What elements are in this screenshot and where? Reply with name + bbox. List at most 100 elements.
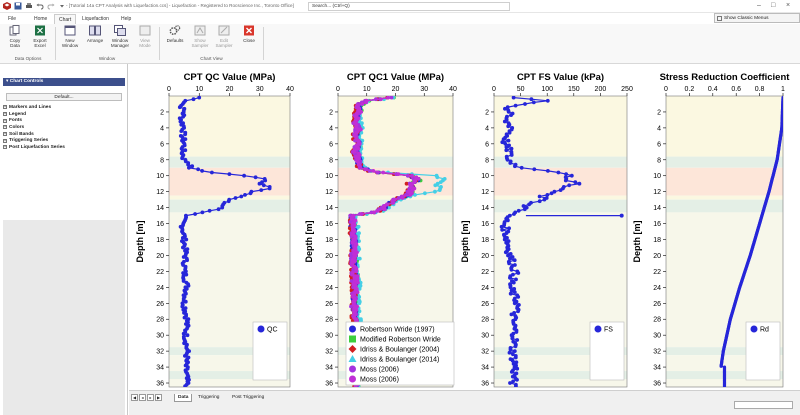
qc1-series-point	[386, 96, 390, 100]
save-icon[interactable]	[14, 2, 22, 10]
legend-label: Idriss & Boulanger (2004)	[360, 347, 439, 354]
control-soil-bands[interactable]: + Soil Bands	[3, 131, 125, 138]
series-fs-point	[500, 228, 505, 232]
sheet-tab-triggering[interactable]: Triggering	[195, 394, 222, 402]
show-classic-menus-button[interactable]: Show Classic Menus	[714, 13, 800, 23]
y-tick-label: 18	[325, 237, 333, 244]
tab-file[interactable]: File	[4, 14, 20, 24]
horizontal-scrollbar[interactable]	[734, 401, 793, 409]
y-tick-label: 2	[485, 109, 489, 116]
show-classic-menus-label: Show Classic Menus	[724, 16, 769, 21]
redo-icon[interactable]	[47, 2, 55, 10]
copy-icon	[9, 25, 20, 36]
qc1-series-point	[433, 189, 437, 194]
legend-label: Modified Robertson Wride	[360, 337, 441, 344]
qc1-series-point	[351, 149, 356, 154]
arrange-button[interactable]: Arrange	[84, 25, 106, 43]
legend-marker	[594, 325, 602, 333]
maximize-icon[interactable]: □	[771, 2, 775, 9]
series-fs-point	[512, 258, 517, 263]
series-fs-point	[503, 250, 508, 255]
show-sampler-button[interactable]: Show Sampler	[189, 25, 211, 48]
customize-icon[interactable]	[58, 2, 66, 10]
soil-band	[169, 96, 290, 157]
tab-home[interactable]: Home	[30, 14, 51, 24]
series-fs-point	[515, 366, 520, 371]
qc1-series-point	[375, 208, 380, 213]
series-fs-point	[532, 167, 537, 172]
series-fs-point	[513, 103, 518, 108]
sheet-tab-post-triggering[interactable]: Post Triggering	[229, 394, 267, 402]
y-tick-label: 14	[156, 205, 164, 212]
chart-title: CPT QC1 Value (MPa)	[347, 72, 444, 83]
control-fonts[interactable]: + Fonts	[3, 117, 125, 124]
control-legend[interactable]: + Legend	[3, 111, 125, 118]
sheet-tab-data[interactable]: Data	[174, 394, 193, 402]
tab-liquefaction[interactable]: Liquefaction	[78, 14, 113, 24]
series-qc-point	[239, 194, 244, 199]
y-tick-label: 2	[657, 109, 661, 116]
series-fs-point	[512, 212, 516, 216]
qc1-series-point	[435, 175, 440, 180]
view-mode-button[interactable]: View Mode	[134, 25, 156, 48]
y-tick-label: 12	[653, 189, 661, 196]
window-manager-button[interactable]: Window Manager	[108, 25, 132, 48]
prev-sheet-icon[interactable]: ◂	[139, 394, 146, 401]
y-tick-label: 6	[329, 141, 333, 148]
minimize-icon[interactable]: –	[757, 2, 761, 9]
y-tick-label: 10	[481, 173, 489, 180]
control-label: Post Liquefaction Series	[9, 144, 65, 150]
control-markers-and-lines[interactable]: + Markers and Lines	[3, 104, 125, 111]
close-window-icon[interactable]: ×	[786, 2, 790, 9]
y-tick-label: 10	[653, 173, 661, 180]
default-button[interactable]: Default...	[6, 93, 122, 101]
tab-help[interactable]: Help	[117, 14, 135, 24]
qc1-series-point	[350, 272, 355, 277]
defaults-button[interactable]: Defaults	[163, 25, 187, 43]
qc1-series-point	[371, 169, 376, 173]
series-qc-point	[200, 210, 205, 215]
series-qc-point	[179, 146, 184, 151]
chart-controls-header[interactable]: ▾ Chart Controls	[3, 78, 125, 86]
y-tick-label: 34	[156, 365, 164, 372]
copy-data-button[interactable]: Copy Data	[4, 25, 26, 48]
control-post-liquefaction-series[interactable]: + Post Liquefaction Series	[3, 144, 125, 151]
series-rd-point	[722, 384, 727, 387]
legend-label: Moss (2006)	[360, 377, 399, 384]
undo-icon[interactable]	[36, 2, 44, 10]
search-input[interactable]: Search... (Ctrl+Q)	[308, 2, 510, 11]
close-button[interactable]: Close	[238, 25, 260, 43]
series-qc-point	[186, 162, 190, 167]
series-qc-point	[181, 245, 185, 250]
y-tick-label: 16	[156, 221, 164, 228]
new-window-button[interactable]: New Window	[58, 25, 82, 48]
y-tick-label: 20	[325, 253, 333, 260]
y-tick-label: 30	[481, 333, 489, 340]
close-label: Close	[243, 38, 255, 43]
series-fs-point	[508, 291, 513, 296]
y-tick-label: 4	[485, 125, 489, 132]
first-sheet-icon[interactable]: ◀	[131, 394, 138, 401]
control-colors[interactable]: + Colors	[3, 124, 125, 131]
qc1-series-point	[359, 110, 363, 114]
next-sheet-icon[interactable]: ▸	[147, 394, 154, 401]
y-axis-label: Depth [m]	[135, 221, 145, 263]
qc1-series-point	[381, 170, 386, 175]
control-triggering-series[interactable]: + Triggering Series	[3, 137, 125, 144]
legend-label: Rd	[760, 327, 769, 334]
soil-band	[666, 96, 783, 157]
print-icon[interactable]	[25, 2, 33, 10]
qc1-series-point	[408, 193, 413, 197]
y-tick-label: 16	[653, 221, 661, 228]
series-fs-point	[514, 384, 518, 387]
series-fs-point	[522, 207, 527, 212]
edit-sampler-button[interactable]: Edit Sampler	[213, 25, 235, 48]
export-excel-button[interactable]: Export Excel	[28, 25, 52, 48]
tab-chart[interactable]: Chart	[54, 14, 77, 24]
y-tick-label: 26	[481, 301, 489, 308]
last-sheet-icon[interactable]: ▶	[155, 394, 162, 401]
y-tick-label: 26	[325, 301, 333, 308]
chart-controls-title: Chart Controls	[9, 79, 44, 84]
qc1-series-point	[378, 97, 383, 102]
soil-band	[494, 199, 627, 213]
